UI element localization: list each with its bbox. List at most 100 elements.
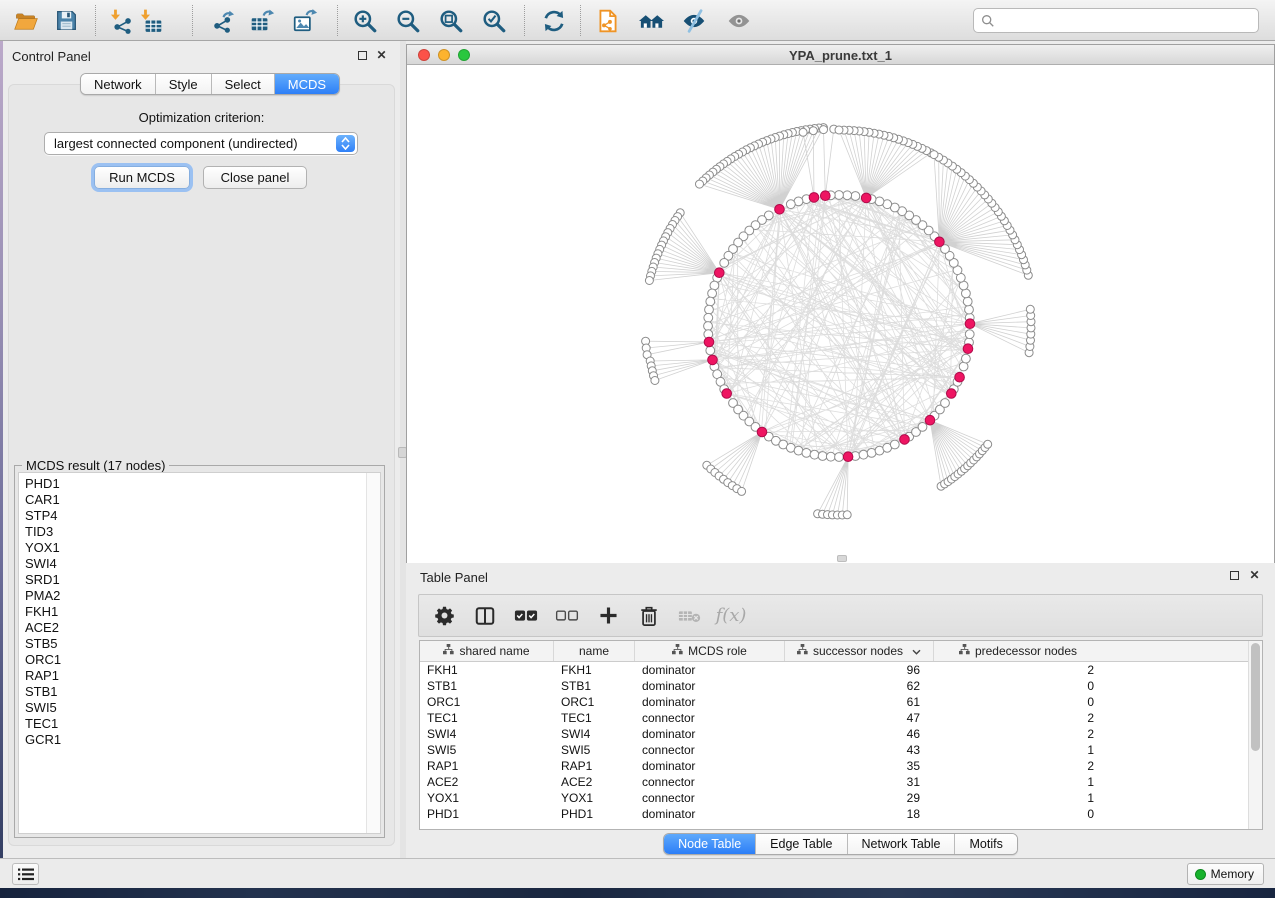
table-row[interactable]: PHD1PHD1dominator180 [420,806,1249,822]
optimization-criterion-dropdown[interactable]: largest connected component (undirected) [44,132,358,155]
table-row[interactable]: SWI5SWI5connector431 [420,742,1249,758]
table-row[interactable]: ORC1ORC1dominator610 [420,694,1249,710]
mcds-result-item[interactable]: SWI4 [19,556,380,572]
table-cell: 62 [785,679,934,693]
dropdown-stepper-icon[interactable] [336,135,355,152]
tab-mcds[interactable]: MCDS [275,74,339,94]
zoom-selected-icon[interactable] [480,7,507,34]
tab-select[interactable]: Select [212,74,275,94]
mcds-list-scrollbar[interactable] [366,473,380,833]
table-row[interactable]: ACE2ACE2connector311 [420,774,1249,790]
mcds-result-list[interactable]: PHD1CAR1STP4TID3YOX1SWI4SRD1PMA2FKH1ACE2… [18,472,381,834]
zoom-in-icon[interactable] [351,7,378,34]
column-header-name[interactable]: name [554,641,635,661]
mcds-result-item[interactable]: GCR1 [19,732,380,748]
table-cell: 0 [934,695,1102,709]
table-row[interactable]: YOX1YOX1connector291 [420,790,1249,806]
tab-motifs[interactable]: Motifs [955,834,1016,854]
table-cell: PHD1 [554,807,635,821]
column-header-successor-nodes[interactable]: successor nodes [785,641,934,661]
table-settings-gear-icon[interactable] [432,604,456,628]
show-columns-icon[interactable] [473,604,497,628]
search-input[interactable] [973,8,1259,33]
zoom-fit-icon[interactable] [437,7,464,34]
mcds-result-item[interactable]: SRD1 [19,572,380,588]
table-cell: 2 [934,759,1102,773]
mcds-result-item[interactable]: PMA2 [19,588,380,604]
table-cell: SWI4 [420,727,554,741]
mcds-result-item[interactable]: STP4 [19,508,380,524]
table-row[interactable]: RAP1RAP1dominator352 [420,758,1249,774]
table-row[interactable]: SWI4SWI4dominator462 [420,726,1249,742]
select-all-icon[interactable] [514,604,538,628]
toolbar-separator [580,5,581,36]
tab-network-table[interactable]: Network Table [848,834,956,854]
table-cell: 1 [934,791,1102,805]
network-graph[interactable] [407,66,1274,563]
table-row[interactable]: STB1STB1dominator620 [420,678,1249,694]
mcds-result-item[interactable]: ORC1 [19,652,380,668]
search-field[interactable] [995,14,1258,28]
toolbar-separator [524,5,525,36]
horizontal-splitter-grip[interactable] [837,555,847,562]
hide-glasses-icon[interactable] [680,7,707,34]
refresh-layout-icon[interactable] [540,7,567,34]
table-cell: connector [635,775,785,789]
mcds-result-item[interactable]: STB1 [19,684,380,700]
memory-button[interactable]: Memory [1187,863,1264,885]
mcds-result-item[interactable]: TID3 [19,524,380,540]
share-document-icon[interactable] [594,7,621,34]
column-header-predecessor-nodes[interactable]: predecessor nodes [934,641,1102,661]
export-image-icon[interactable] [291,7,318,34]
export-table-icon[interactable] [248,7,275,34]
open-session-icon[interactable] [12,7,39,34]
import-table-icon[interactable] [137,7,164,34]
table-scrollbar-thumb[interactable] [1251,643,1260,751]
mcds-result-item[interactable]: TEC1 [19,716,380,732]
close-table-panel-icon[interactable]: ✕ [1248,569,1261,582]
import-network-icon[interactable] [107,7,134,34]
deselect-all-icon[interactable] [555,604,579,628]
network-canvas[interactable] [407,66,1274,563]
mcds-result-item[interactable]: SWI5 [19,700,380,716]
mcds-result-item[interactable]: ACE2 [19,620,380,636]
tab-node-table[interactable]: Node Table [664,834,756,854]
run-mcds-button[interactable]: Run MCDS [94,166,190,189]
table-cell: FKH1 [420,663,554,677]
float-panel-icon[interactable] [356,49,369,62]
mcds-result-item[interactable]: RAP1 [19,668,380,684]
show-eye-icon[interactable] [725,7,752,34]
minimize-window-icon[interactable] [438,49,450,61]
task-history-list-icon[interactable] [12,863,39,885]
close-panel-icon[interactable]: ✕ [375,49,388,62]
zoom-out-icon[interactable] [394,7,421,34]
save-session-icon[interactable] [53,7,80,34]
table-row[interactable]: FKH1FKH1dominator962 [420,662,1249,678]
mcds-result-item[interactable]: PHD1 [19,476,380,492]
table-scrollbar[interactable] [1248,641,1262,829]
add-column-icon[interactable] [596,604,620,628]
table-row[interactable]: TEC1TEC1connector472 [420,710,1249,726]
maximize-window-icon[interactable] [458,49,470,61]
network-window-titlebar[interactable]: YPA_prune.txt_1 [407,45,1274,65]
export-network-icon[interactable] [209,7,236,34]
mcds-result-item[interactable]: CAR1 [19,492,380,508]
control-panel-title: Control Panel [12,49,91,64]
mcds-result-item[interactable]: YOX1 [19,540,380,556]
home-pages-icon[interactable] [638,7,665,34]
table-cell: dominator [635,807,785,821]
table-panel-title: Table Panel [420,570,488,585]
mcds-result-item[interactable]: STB5 [19,636,380,652]
tab-network[interactable]: Network [81,74,156,94]
close-panel-button[interactable]: Close panel [203,166,307,189]
mcds-result-item[interactable]: FKH1 [19,604,380,620]
delete-column-trash-icon[interactable] [637,604,661,628]
table-cell: 35 [785,759,934,773]
close-window-icon[interactable] [418,49,430,61]
tab-style[interactable]: Style [156,74,212,94]
table-cell: 0 [934,679,1102,693]
column-header-shared-name[interactable]: shared name [420,641,554,661]
column-header-MCDS-role[interactable]: MCDS role [635,641,785,661]
tab-edge-table[interactable]: Edge Table [756,834,847,854]
float-table-panel-icon[interactable] [1228,569,1241,582]
